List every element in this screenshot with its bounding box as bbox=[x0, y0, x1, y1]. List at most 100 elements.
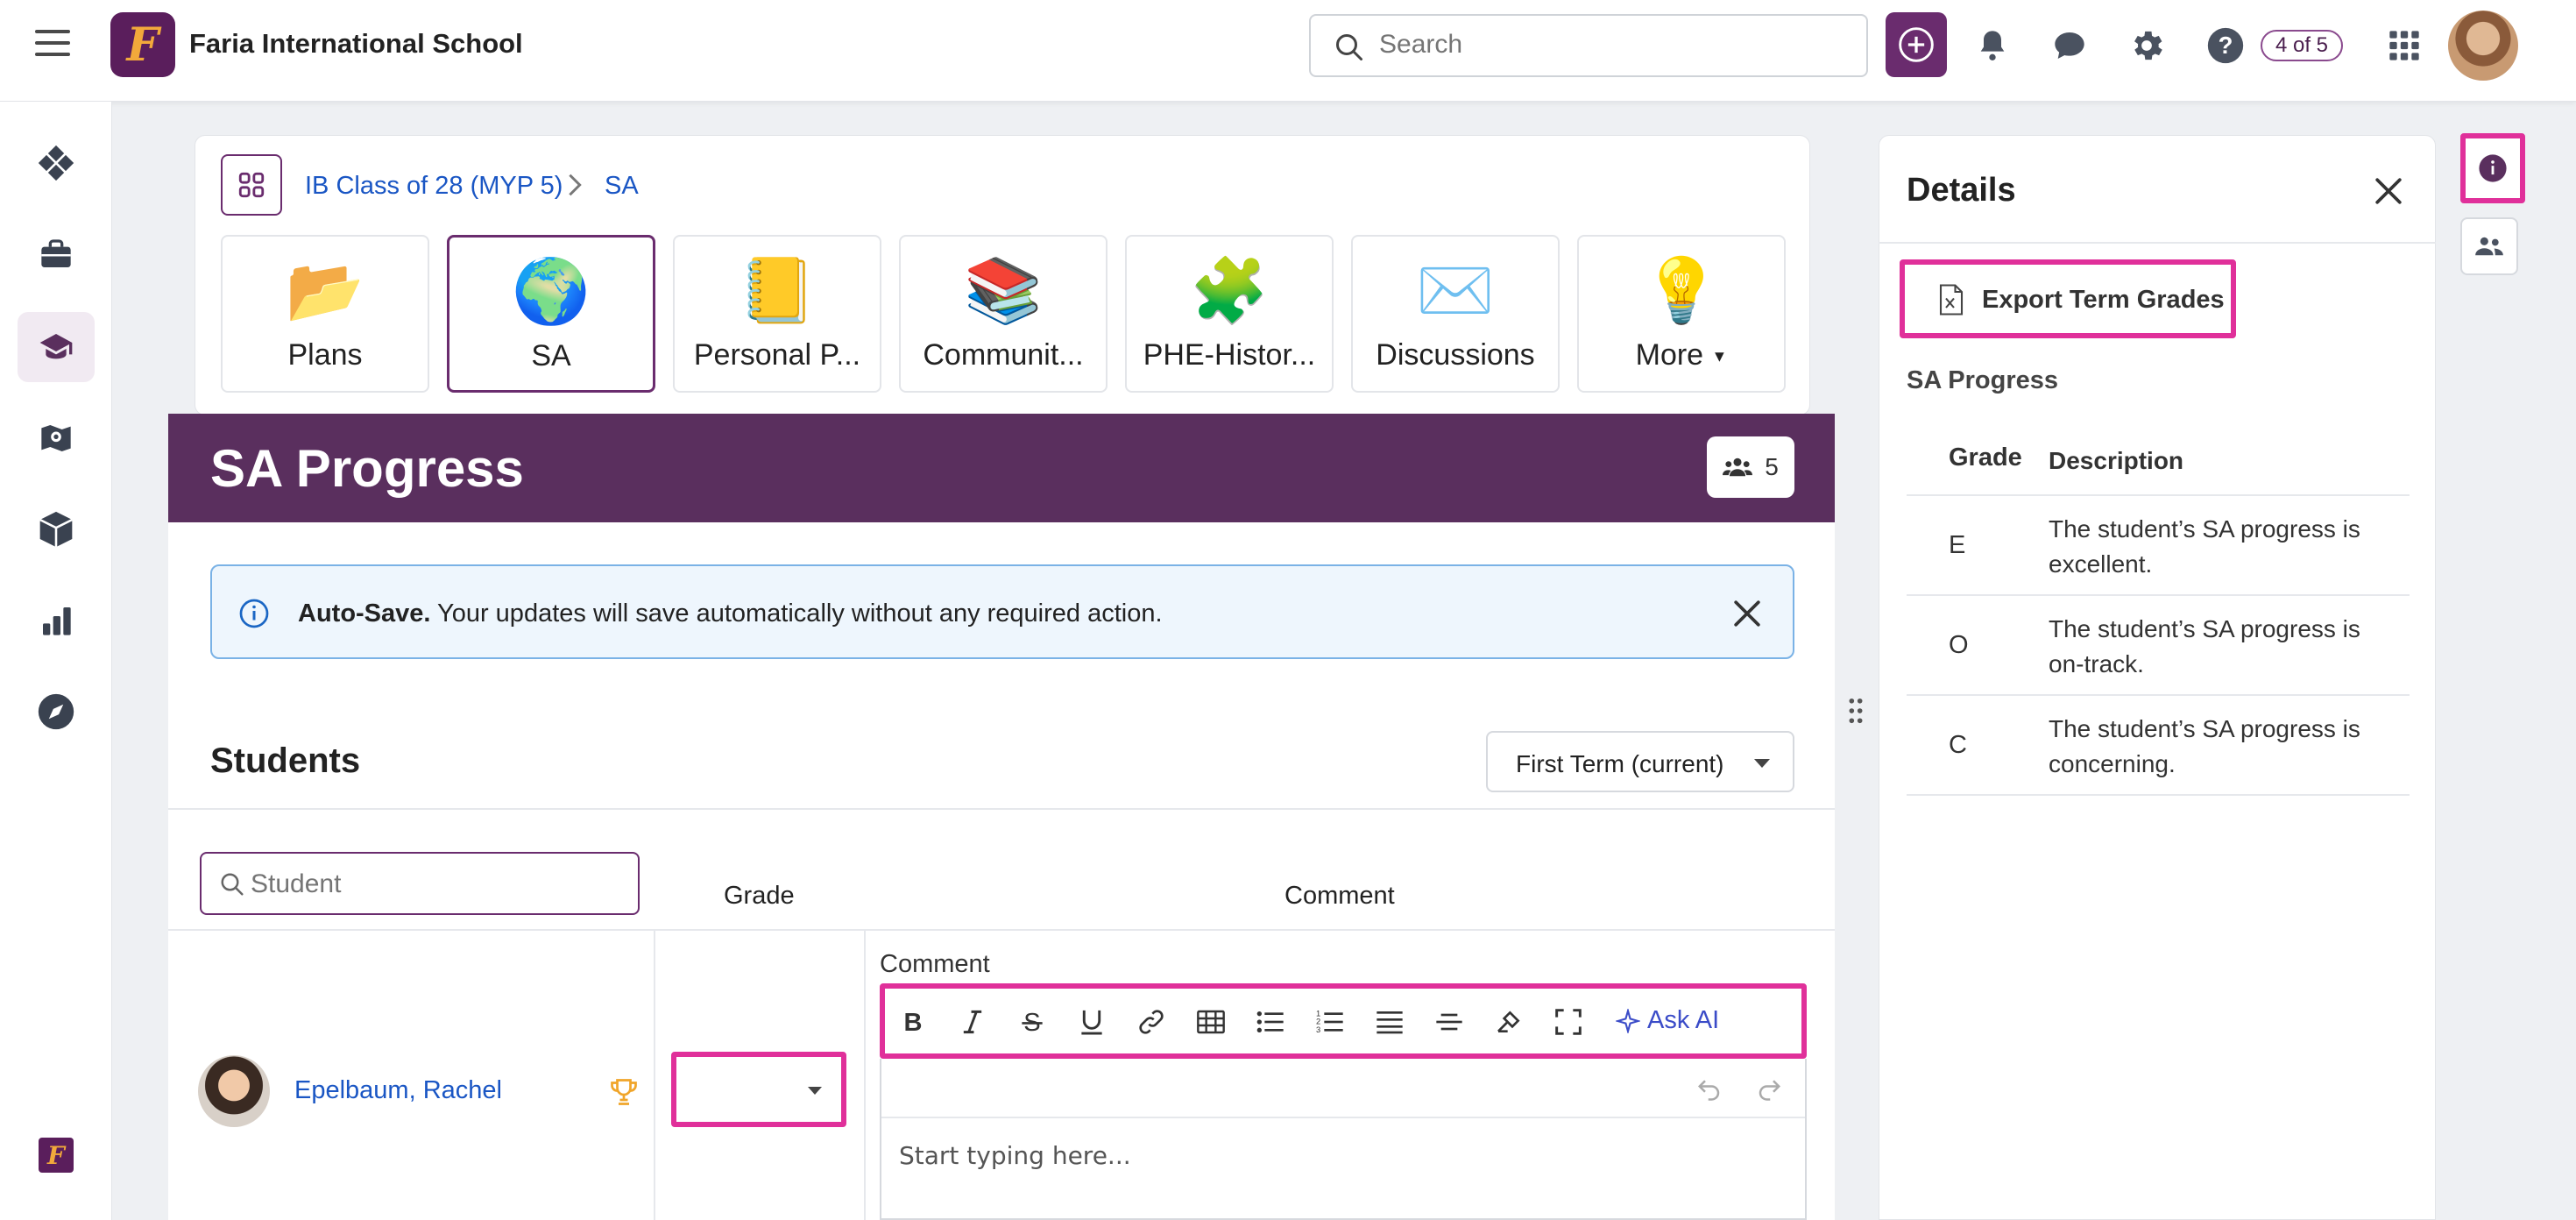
redo-icon[interactable] bbox=[1756, 1076, 1782, 1101]
tile-label: SA bbox=[531, 339, 571, 372]
sidebar-chart-icon[interactable] bbox=[18, 585, 95, 656]
sparkle-icon bbox=[1616, 1008, 1640, 1033]
tile-plans[interactable]: 📂 Plans bbox=[221, 235, 429, 393]
grade-code: O bbox=[1949, 631, 1969, 659]
grade-code: E bbox=[1949, 531, 1966, 559]
school-logo[interactable]: F bbox=[110, 12, 175, 77]
messages-chat-icon[interactable] bbox=[2049, 25, 2091, 67]
grade-select[interactable] bbox=[671, 1052, 846, 1127]
autosave-text: Auto-Save. Your updates will save automa… bbox=[298, 599, 1163, 628]
students-heading: Students bbox=[210, 741, 361, 780]
undo-icon[interactable] bbox=[1696, 1076, 1723, 1101]
sidebar-compass-icon[interactable] bbox=[18, 677, 95, 747]
close-icon[interactable] bbox=[2369, 172, 2408, 210]
hamburger-menu-icon[interactable] bbox=[35, 30, 70, 61]
info-panel-button[interactable] bbox=[2460, 133, 2525, 203]
breadcrumb-current[interactable]: SA bbox=[605, 172, 639, 201]
create-button[interactable] bbox=[1886, 12, 1947, 77]
bullet-list-icon[interactable] bbox=[1251, 1003, 1290, 1041]
sidebar-dashboard-icon[interactable] bbox=[18, 128, 95, 198]
sidebar-briefcase-icon[interactable] bbox=[18, 219, 95, 289]
italic-icon[interactable] bbox=[953, 1003, 992, 1041]
close-icon[interactable] bbox=[1728, 594, 1766, 633]
underline-icon[interactable] bbox=[1072, 1003, 1111, 1041]
grade-code: C bbox=[1949, 731, 1967, 759]
autosave-message: Your updates will save automatically wit… bbox=[437, 599, 1163, 628]
excel-file-icon bbox=[1938, 284, 1964, 316]
student-name-link[interactable]: Epelbaum, Rachel bbox=[294, 1076, 502, 1105]
table-row: E The student’s SA progress is excellent… bbox=[1907, 496, 2410, 596]
people-icon bbox=[1723, 458, 1753, 477]
header-grade: Grade bbox=[1949, 443, 2022, 472]
student-search-input[interactable] bbox=[251, 869, 619, 899]
table-row: C The student’s SA progress is concernin… bbox=[1907, 696, 2410, 796]
breadcrumb-class[interactable]: IB Class of 28 (MYP 5) bbox=[305, 172, 563, 201]
numbered-list-icon[interactable]: 123 bbox=[1311, 1003, 1349, 1041]
tile-more[interactable]: 💡 More ▼ bbox=[1577, 235, 1786, 393]
fullscreen-icon[interactable] bbox=[1549, 1003, 1588, 1041]
comment-editor[interactable]: Start typing here... bbox=[880, 1059, 1807, 1220]
tile-label: Personal P... bbox=[693, 338, 861, 372]
horizontal-rule-icon[interactable] bbox=[1430, 1003, 1468, 1041]
notifications-bell-icon[interactable] bbox=[1971, 25, 2013, 67]
puzzle-icon: 🧩 bbox=[1190, 256, 1269, 326]
strikethrough-icon[interactable]: S bbox=[1013, 1003, 1051, 1041]
student-search[interactable] bbox=[200, 852, 640, 915]
column-header-grade: Grade bbox=[724, 882, 795, 910]
align-justify-icon[interactable] bbox=[1370, 1003, 1409, 1041]
divider bbox=[168, 808, 1835, 810]
tile-more-label: More bbox=[1635, 338, 1704, 372]
tile-sa[interactable]: 🌍 SA bbox=[447, 235, 655, 393]
people-panel-button[interactable] bbox=[2460, 217, 2518, 275]
editor-toolbar: B S 123 Ask AI bbox=[880, 983, 1807, 1059]
settings-gear-icon[interactable] bbox=[2126, 25, 2168, 67]
envelope-icon: ✉️ bbox=[1416, 256, 1495, 326]
table-row: O The student’s SA progress is on-track. bbox=[1907, 596, 2410, 696]
term-select[interactable]: First Term (current) bbox=[1486, 731, 1794, 792]
editor-placeholder: Start typing here... bbox=[899, 1141, 1131, 1170]
help-question-icon[interactable]: ? bbox=[2204, 25, 2247, 67]
ask-ai-button[interactable]: Ask AI bbox=[1616, 1006, 1719, 1035]
tile-phe-history[interactable]: 🧩 PHE-Histor... bbox=[1125, 235, 1334, 393]
global-search[interactable] bbox=[1309, 14, 1868, 77]
tile-label: Plans bbox=[287, 338, 363, 372]
user-avatar[interactable] bbox=[2448, 11, 2518, 81]
faria-logo-letter: F bbox=[47, 1140, 65, 1170]
header-description: Description bbox=[2049, 447, 2184, 474]
table-icon[interactable] bbox=[1192, 1003, 1230, 1041]
page-title: SA Progress bbox=[210, 439, 524, 498]
link-icon[interactable] bbox=[1132, 1003, 1171, 1041]
sidebar-graduation-cap-icon[interactable] bbox=[18, 312, 95, 382]
faria-logo-small: F bbox=[39, 1138, 74, 1173]
sidebar-cube-icon[interactable] bbox=[18, 494, 95, 564]
comment-label: Comment bbox=[880, 950, 990, 978]
autosave-banner: Auto-Save. Your updates will save automa… bbox=[210, 564, 1794, 659]
divider bbox=[168, 929, 1835, 931]
sidebar-map-icon[interactable] bbox=[18, 403, 95, 473]
table-header: Grade Description bbox=[1907, 426, 2410, 496]
bold-icon[interactable]: B bbox=[894, 1003, 932, 1041]
info-circle-icon bbox=[238, 598, 270, 629]
tile-label-more: More ▼ bbox=[1579, 338, 1784, 372]
tile-discussions[interactable]: ✉️ Discussions bbox=[1351, 235, 1560, 393]
tile-community[interactable]: 📚 Communit... bbox=[899, 235, 1108, 393]
members-button[interactable]: 5 bbox=[1707, 436, 1794, 498]
info-icon bbox=[2479, 154, 2507, 182]
undo-redo-row bbox=[881, 1059, 1805, 1118]
export-label: Export Term Grades bbox=[1982, 286, 2225, 314]
global-search-input[interactable] bbox=[1379, 30, 1835, 60]
svg-text:?: ? bbox=[2219, 32, 2233, 59]
class-menu-button[interactable] bbox=[221, 154, 282, 216]
panel-resize-handle-icon[interactable] bbox=[1847, 698, 1865, 724]
books-icon: 📚 bbox=[964, 256, 1043, 326]
search-icon bbox=[219, 871, 245, 897]
export-term-grades-button[interactable]: Export Term Grades bbox=[1900, 259, 2236, 338]
pagination-badge[interactable]: 4 of 5 bbox=[2261, 30, 2343, 61]
app-grid-icon[interactable] bbox=[2383, 25, 2425, 67]
column-divider bbox=[864, 931, 866, 1220]
tile-personal-project[interactable]: 📒 Personal P... bbox=[673, 235, 881, 393]
clear-format-icon[interactable] bbox=[1490, 1003, 1528, 1041]
trophy-icon[interactable] bbox=[608, 1076, 640, 1108]
divider bbox=[1879, 242, 2436, 244]
caret-down-icon bbox=[808, 1087, 822, 1095]
